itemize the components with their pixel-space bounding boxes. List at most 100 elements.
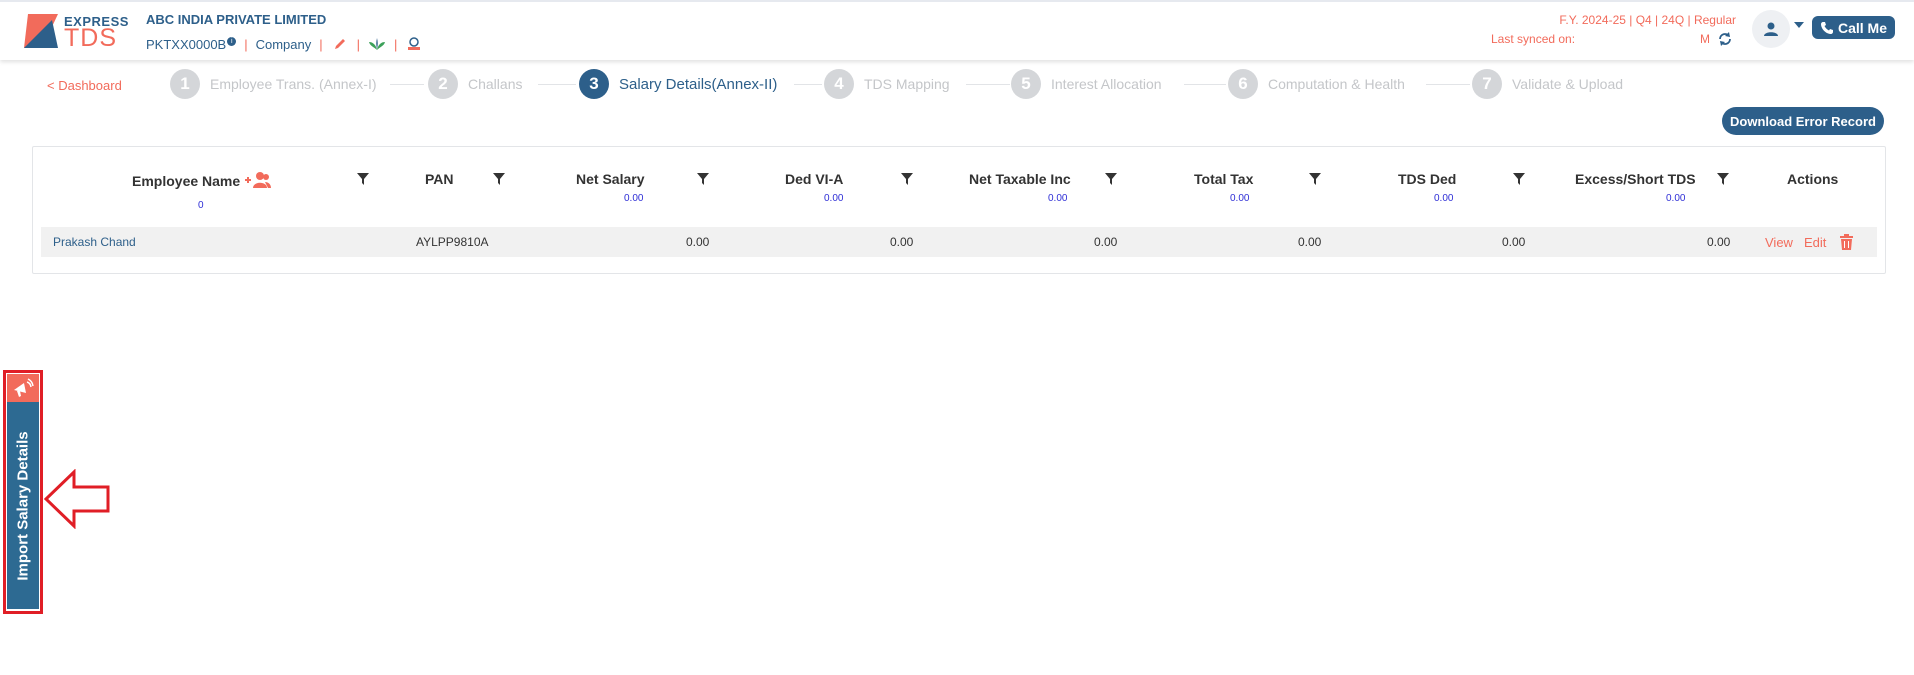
step-number: 3 [579,69,609,99]
step-number: 6 [1228,69,1258,99]
financial-year-info: F.Y. 2024-25 | Q4 | 24Q | Regular [1559,13,1736,27]
company-name: ABC INDIA PRIVATE LIMITED [146,12,327,27]
excess-short-cell: 0.00 [1707,235,1731,249]
step-label: TDS Mapping [864,76,950,92]
pointer-arrow-icon [44,469,110,529]
step-connector [390,84,424,85]
column-header-net-taxable-inc[interactable]: Net Taxable Inc [969,171,1071,187]
step-number: 1 [170,69,200,99]
net-salary-cell: 0.00 [686,235,710,249]
step-connector [1184,84,1226,85]
column-header-excess-short-tds[interactable]: Excess/Short TDS [1575,171,1696,187]
employee-name-cell[interactable]: Prakash Chand [53,235,136,249]
net-taxable-cell: 0.00 [1094,235,1118,249]
info-icon[interactable]: i [227,36,237,46]
column-header-actions: Actions [1787,171,1839,187]
user-avatar[interactable] [1752,10,1790,48]
step-number: 4 [824,69,854,99]
filter-icon[interactable] [1105,173,1117,186]
tds-ded-cell: 0.00 [1502,235,1526,249]
step-salary-details[interactable]: 3 Salary Details(Annex-II) [579,69,777,99]
step-number: 2 [428,69,458,99]
logo-tds-text: TDS [64,24,117,52]
step-label: Salary Details(Annex-II) [619,75,778,93]
column-header-ded-via[interactable]: Ded VI-A [785,171,843,187]
filter-icon[interactable] [1717,173,1729,186]
filter-icon[interactable] [697,173,709,186]
step-challans[interactable]: 2 Challans [428,69,522,99]
logo-mark-icon [24,14,58,48]
separator: | [356,36,361,52]
delete-trash-icon[interactable] [1839,234,1854,251]
column-header-employee-name[interactable]: Employee Name [132,173,240,189]
call-me-label: Call Me [1837,19,1887,36]
company-code: PKTXX0000B i [146,36,237,52]
download-error-record-button[interactable]: Download Error Record [1722,107,1884,135]
table-row[interactable]: Prakash Chand AYLPP9810A 0.00 0.00 0.00 … [41,227,1877,257]
plant-icon[interactable] [368,35,386,53]
salary-details-table: Employee Name 0 PAN Net Salary 0.00 Ded … [32,146,1886,274]
step-tds-mapping[interactable]: 4 TDS Mapping [824,69,950,99]
step-label: Interest Allocation [1051,76,1162,92]
step-connector [966,84,1010,85]
user-icon [1764,22,1778,36]
step-number: 5 [1011,69,1041,99]
express-tds-logo[interactable]: EXPRESS TDS [22,12,128,52]
megaphone-icon [7,374,39,402]
step-connector [1426,84,1470,85]
view-button[interactable]: View [1765,235,1793,250]
step-label: Challans [468,76,523,92]
column-header-net-salary[interactable]: Net Salary [576,171,644,187]
column-header-pan[interactable]: PAN [425,171,454,187]
call-me-button[interactable]: Call Me [1812,16,1895,39]
badge-icon[interactable] [405,35,423,53]
step-connector [538,84,576,85]
employee-count: 0 [198,200,204,211]
column-header-tds-ded[interactable]: TDS Ded [1398,171,1456,187]
company-code-text: PKTXX0000B [146,36,227,52]
filter-icon[interactable] [357,173,369,186]
step-number: 7 [1472,69,1502,99]
edit-button[interactable]: Edit [1804,235,1826,250]
total-tax-total: 0.00 [1230,193,1250,204]
step-employee-trans[interactable]: 1 Employee Trans. (Annex-I) [170,69,377,99]
sync-icon[interactable] [1717,31,1733,47]
company-info-row: PKTXX0000B i | Company | | | [146,35,423,53]
separator: | [244,36,248,52]
filter-icon[interactable] [1513,173,1525,186]
net-salary-total: 0.00 [624,193,644,204]
excess-short-total: 0.00 [1666,193,1686,204]
step-label: Computation & Health [1268,76,1405,92]
tds-ded-total: 0.00 [1434,193,1454,204]
separator: | [319,36,323,52]
column-header-total-tax[interactable]: Total Tax [1194,171,1253,187]
import-salary-details-body[interactable]: Import Salary Details [7,402,39,609]
total-tax-cell: 0.00 [1298,235,1322,249]
filter-icon[interactable] [493,173,505,186]
filter-icon[interactable] [901,173,913,186]
import-salary-details-label: Import Salary Details [14,430,32,581]
step-interest-allocation[interactable]: 5 Interest Allocation [1011,69,1162,99]
step-label: Validate & Upload [1512,76,1624,92]
ded-via-total: 0.00 [824,193,844,204]
step-connector [794,84,822,85]
step-label: Employee Trans. (Annex-I) [210,76,377,92]
net-taxable-total: 0.00 [1048,193,1068,204]
phone-icon [1820,21,1833,34]
progress-stepper: < Dashboard 1 Employee Trans. (Annex-I) … [0,66,1914,102]
step-validate-upload[interactable]: 7 Validate & Upload [1472,69,1623,99]
pan-cell: AYLPP9810A [416,235,489,249]
last-synced-value: M [1700,32,1710,46]
step-computation-health[interactable]: 6 Computation & Health [1228,69,1405,99]
add-employee-icon[interactable] [243,171,271,194]
import-salary-details-tab[interactable]: Import Salary Details [3,370,43,614]
ded-via-cell: 0.00 [890,235,914,249]
separator: | [394,36,398,52]
chevron-down-icon[interactable] [1794,22,1804,28]
edit-pencil-icon[interactable] [331,35,349,53]
top-header: EXPRESS TDS ABC INDIA PRIVATE LIMITED PK… [0,0,1914,60]
filter-icon[interactable] [1309,173,1321,186]
last-synced-label: Last synced on: [1491,32,1576,46]
company-type: Company [255,36,312,52]
dashboard-link[interactable]: < Dashboard [47,78,122,93]
